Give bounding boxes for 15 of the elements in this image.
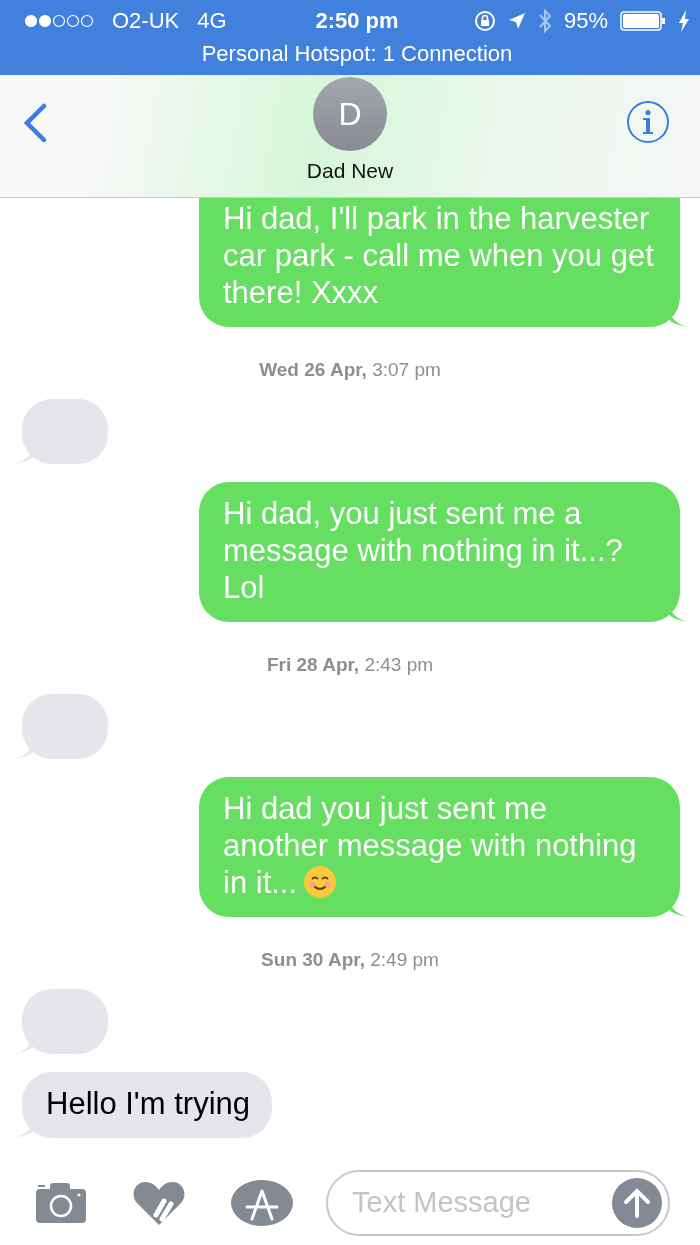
clock-time: 2:50 pm bbox=[315, 8, 399, 34]
message-timestamp: Sun 30 Apr, 2:49 pm bbox=[260, 949, 440, 971]
contact-avatar[interactable]: D bbox=[313, 77, 387, 151]
message-timestamp: Wed 26 Apr, 3:07 pm bbox=[258, 359, 442, 381]
contact-name[interactable]: Dad New bbox=[306, 159, 394, 183]
battery-percentage: 95% bbox=[563, 8, 608, 34]
message-bubble: Hi dad you just sent me another message with nothing in it... bbox=[199, 777, 688, 917]
message-bubble: Hi dad, I'll park in the harvester car park - call me when you get there! Xxxx bbox=[199, 198, 688, 327]
message-input-field[interactable]: Text Message bbox=[326, 1169, 670, 1236]
hotspot-banner[interactable]: Personal Hotspot: 1 Connection bbox=[24, 41, 690, 67]
message-bubble: Hello I'm trying bbox=[14, 1072, 273, 1138]
message-bubble: Hi dad, you just sent me a message with nothing in it...? Lol bbox=[199, 482, 688, 622]
network-type: 4G bbox=[197, 8, 227, 34]
carrier-name: O2-UK bbox=[112, 8, 180, 34]
message-timestamp: Fri 28 Apr, 2:43 pm bbox=[265, 654, 435, 676]
